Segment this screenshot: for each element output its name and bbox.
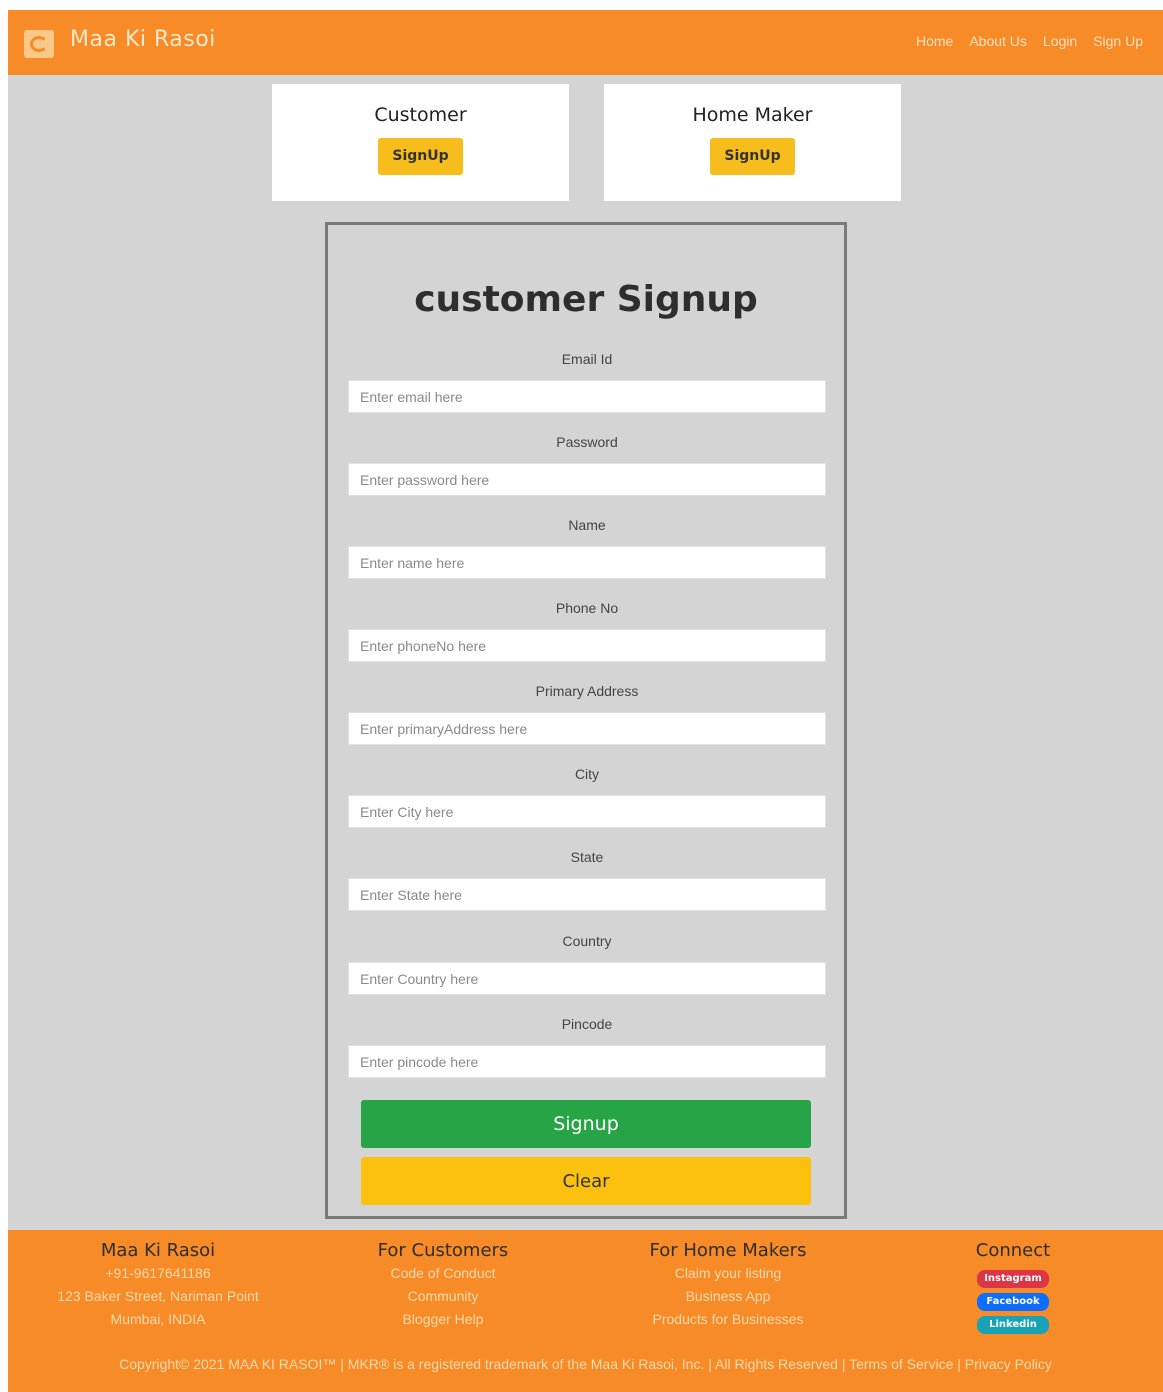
footer-link-blogger-help[interactable]: Blogger Help [323,1308,563,1331]
name-label: Name [568,517,606,533]
footer-brand-heading: Maa Ki Rasoi [100,1240,216,1261]
brand-name[interactable]: Maa Ki Rasoi [70,27,216,52]
password-label: Password [556,434,618,450]
main-content: Customer SignUp Home Maker SignUp custom… [8,75,1163,1230]
address-field-group: Primary Address [348,681,826,745]
terms-link[interactable]: Terms of Service [849,1356,953,1372]
homemaker-signup-button[interactable]: SignUp [710,138,795,175]
footer-link-community[interactable]: Community [323,1285,563,1308]
homemaker-role-card: Home Maker SignUp [604,84,901,201]
copyright-text: Copyright© 2021 MAA KI RASOI™ | MKR® is … [119,1356,846,1372]
homemaker-role-title: Home Maker [692,104,813,126]
linkedin-badge[interactable]: Linkedin [977,1316,1049,1334]
privacy-link[interactable]: Privacy Policy [965,1356,1052,1372]
footer-homemakers-column: For Home Makers Claim your listing Busin… [608,1240,848,1331]
customer-role-title: Customer [374,104,467,126]
footer-address-line1: 123 Baker Street, Nariman Point [57,1288,259,1304]
customer-signup-form: customer Signup Email Id Password Name P… [325,222,847,1219]
password-field-group: Password [348,432,826,496]
footer-link-code-of-conduct[interactable]: Code of Conduct [323,1262,563,1285]
pincode-label: Pincode [561,1016,613,1032]
country-label: Country [562,933,612,949]
footer-connect-column: Connect Instagram Facebook Linkedin [928,1240,1098,1334]
state-input[interactable] [348,878,826,911]
customer-signup-button[interactable]: SignUp [378,138,463,175]
phone-field-group: Phone No [348,598,826,662]
pincode-field-group: Pincode [348,1014,826,1078]
city-label: City [574,766,600,782]
email-input[interactable] [348,380,826,413]
footer-link-claim-listing[interactable]: Claim your listing [608,1262,848,1285]
brand-logo-icon[interactable] [24,30,54,58]
form-title: customer Signup [414,279,758,320]
country-field-group: Country [348,931,826,995]
email-field-group: Email Id [348,349,826,413]
address-label: Primary Address [535,683,639,699]
nav-about-link[interactable]: About Us [969,33,1027,49]
password-input[interactable] [348,463,826,496]
email-label: Email Id [561,351,613,367]
pincode-input[interactable] [348,1045,826,1078]
nav-signup-link[interactable]: Sign Up [1093,33,1143,49]
navbar: Maa Ki Rasoi Home About Us Login Sign Up [8,10,1163,75]
nav-links: Home About Us Login Sign Up [916,33,1143,49]
footer-address-line2: Mumbai, INDIA [110,1311,206,1327]
city-input[interactable] [348,795,826,828]
footer-phone: +91-9617641186 [105,1265,211,1281]
footer-link-products-businesses[interactable]: Products for Businesses [608,1308,848,1331]
facebook-badge[interactable]: Facebook [977,1293,1049,1311]
state-field-group: State [348,847,826,911]
phone-input[interactable] [348,629,826,662]
name-field-group: Name [348,515,826,579]
footer-about-column: Maa Ki Rasoi +91-9617641186 123 Baker St… [28,1240,288,1331]
footer-customers-column: For Customers Code of Conduct Community … [323,1240,563,1331]
footer-link-business-app[interactable]: Business App [608,1285,848,1308]
nav-home-link[interactable]: Home [916,33,953,49]
separator: | [957,1356,961,1372]
address-input[interactable] [348,712,826,745]
country-input[interactable] [348,962,826,995]
city-field-group: City [348,764,826,828]
footer-homemakers-heading: For Home Makers [649,1240,807,1261]
phone-label: Phone No [555,600,619,616]
name-input[interactable] [348,546,826,579]
signup-submit-button[interactable]: Signup [361,1100,811,1148]
instagram-badge[interactable]: Instagram [977,1270,1049,1288]
footer: Maa Ki Rasoi +91-9617641186 123 Baker St… [8,1230,1163,1392]
footer-connect-heading: Connect [975,1240,1051,1261]
customer-role-card: Customer SignUp [272,84,569,201]
state-label: State [570,849,604,865]
footer-copyright-bar: Copyright© 2021 MAA KI RASOI™ | MKR® is … [8,1356,1163,1372]
social-links: Instagram Facebook Linkedin [928,1270,1098,1334]
clear-button[interactable]: Clear [361,1157,811,1205]
nav-login-link[interactable]: Login [1043,33,1077,49]
footer-customers-heading: For Customers [377,1240,509,1261]
